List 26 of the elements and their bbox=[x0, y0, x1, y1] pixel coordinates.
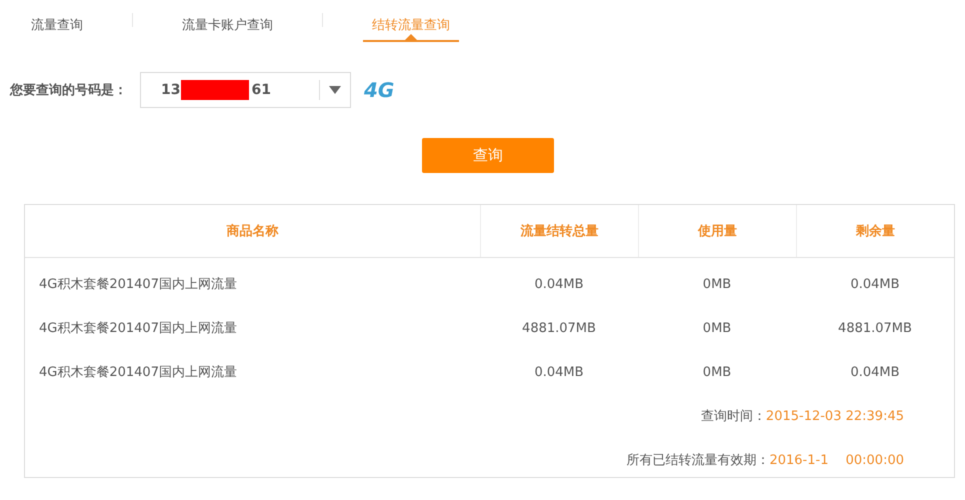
info-label: 所有已结转流量有效期： bbox=[626, 452, 770, 469]
caret-icon bbox=[329, 86, 341, 94]
table-cell-text: 0.04MB bbox=[533, 276, 585, 292]
table-cell-text: 0.04MB bbox=[849, 364, 901, 380]
table-cell-text: 4G积木套餐201407国内上网流量 bbox=[38, 364, 238, 381]
table-cell-text: 0.04MB bbox=[533, 364, 585, 380]
table-cell-text: 0MB bbox=[702, 320, 732, 336]
field-label: 您要查询的号码是： bbox=[10, 82, 128, 99]
table-cell-text: 4881.07MB bbox=[521, 320, 597, 336]
table-cell-text: 0MB bbox=[702, 364, 732, 380]
table-cell-text: 0.04MB bbox=[849, 276, 901, 292]
table-cell-text: 4881.07MB bbox=[837, 320, 913, 336]
tab[interactable]: 流量卡账户查询 bbox=[173, 0, 282, 42]
info-value: 2016-1-1 00:00:00 bbox=[769, 452, 904, 469]
column-header: 剩余量 bbox=[796, 205, 954, 257]
table-cell-text: 4G积木套餐201407国内上网流量 bbox=[38, 276, 238, 293]
table-cell-text: 4G积木套餐201407国内上网流量 bbox=[38, 320, 238, 337]
column-header: 流量结转总量 bbox=[480, 205, 638, 257]
phone-select[interactable]: 13 61 bbox=[140, 72, 351, 108]
network-label: 4G bbox=[364, 78, 394, 102]
column-header: 商品名称 bbox=[226, 222, 280, 241]
info-label: 查询时间： bbox=[700, 408, 766, 425]
column-header: 使用量 bbox=[638, 205, 796, 257]
info-value: 2015-12-03 22:39:45 bbox=[766, 408, 904, 424]
table-cell-text: 0MB bbox=[702, 276, 732, 292]
tab[interactable]: 流量查询 bbox=[22, 0, 92, 42]
